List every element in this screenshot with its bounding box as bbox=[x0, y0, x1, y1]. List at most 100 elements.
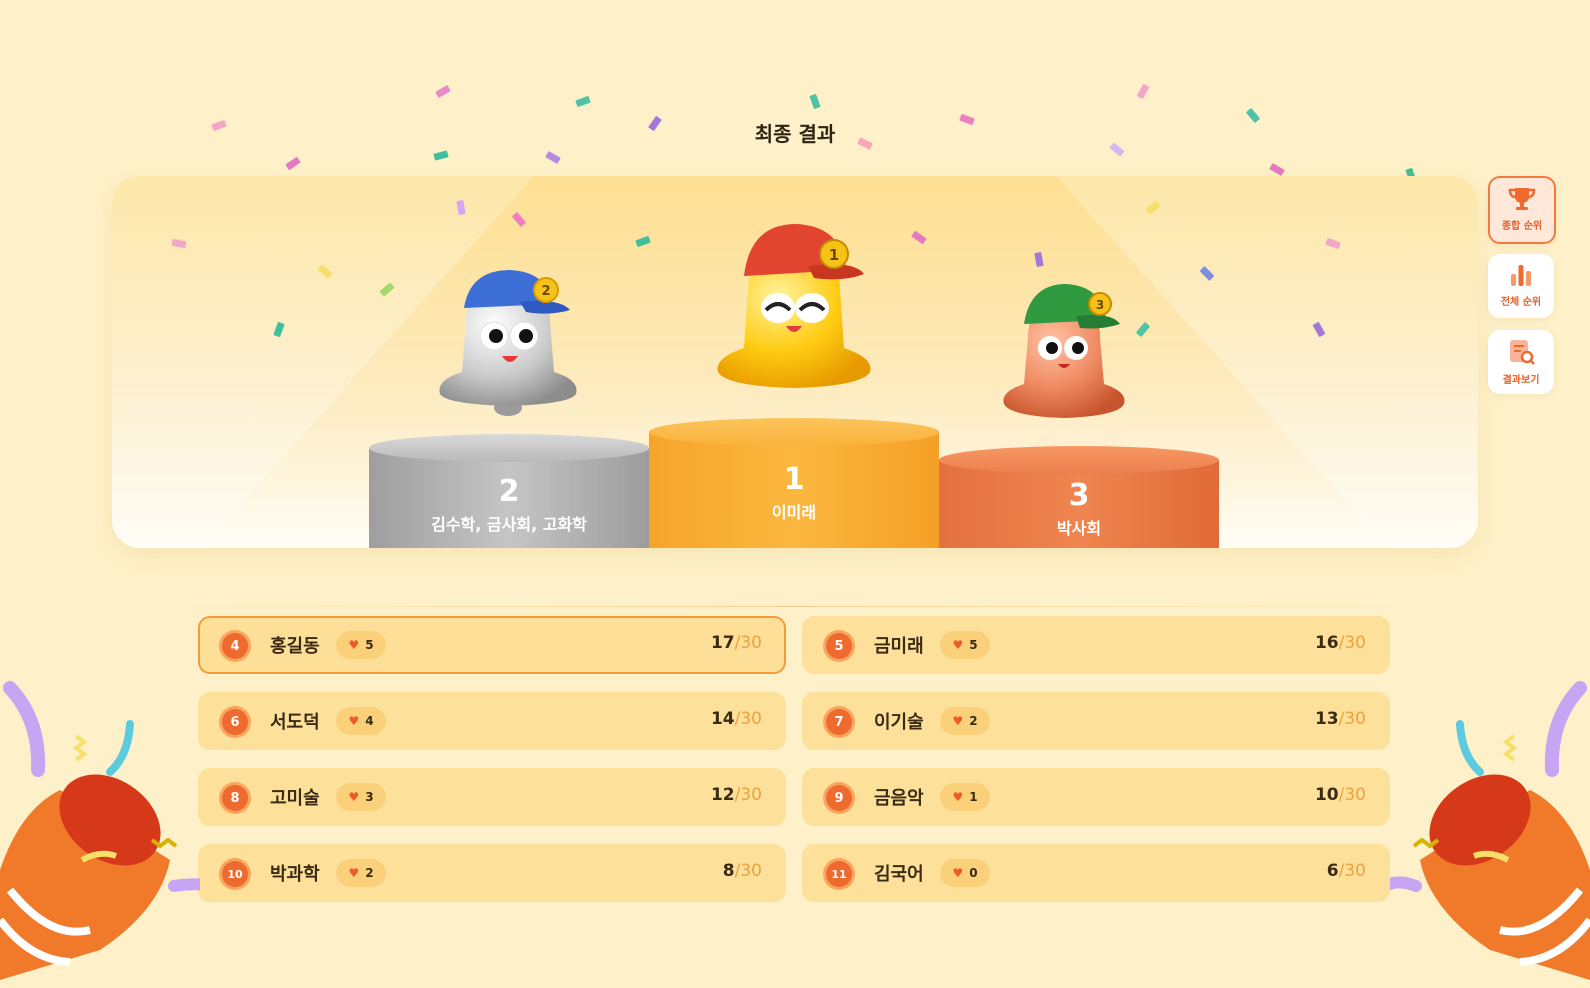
heart-icon: ♥ bbox=[348, 790, 360, 804]
heart-count: 2 bbox=[969, 714, 978, 728]
silver-bell-mascot-icon: 2 bbox=[439, 270, 577, 416]
ranking-row[interactable]: 8 고미술 ♥ 3 12/30 bbox=[198, 768, 786, 826]
bar-chart-icon bbox=[1511, 265, 1531, 286]
rank-badge: 5 bbox=[826, 633, 852, 659]
confetti-piece bbox=[1269, 162, 1285, 177]
score: 16/30 bbox=[1315, 633, 1366, 653]
score: 8/30 bbox=[723, 861, 762, 881]
student-name: 금음악 bbox=[874, 788, 924, 809]
student-name: 박과학 bbox=[270, 864, 320, 885]
score-total: /30 bbox=[1338, 633, 1366, 653]
heart-icon: ♥ bbox=[952, 866, 964, 880]
confetti-piece bbox=[575, 95, 591, 108]
podium-rank: 1 bbox=[783, 462, 805, 497]
heart-icon: ♥ bbox=[348, 714, 360, 728]
podium-top bbox=[369, 434, 649, 462]
student-name: 고미술 bbox=[270, 788, 320, 809]
heart-icon: ♥ bbox=[952, 790, 964, 804]
ranking-row[interactable]: 4 홍길동 ♥ 5 17/30 bbox=[198, 616, 786, 674]
ranking-row[interactable]: 11 김국어 ♥ 0 6/30 bbox=[802, 844, 1390, 902]
podium-names: 김수학, 금사회, 고화학 bbox=[431, 515, 587, 534]
cap-number: 2 bbox=[541, 284, 550, 299]
full-ranking-button[interactable]: 전체 순위 bbox=[1488, 254, 1554, 318]
score-value: 8 bbox=[722, 861, 735, 881]
ranking-row[interactable]: 6 서도덕 ♥ 4 14/30 bbox=[198, 692, 786, 750]
podium-third-place: 3 박사회 bbox=[939, 446, 1219, 548]
page-title: 최종 결과 bbox=[754, 122, 836, 146]
document-search-icon bbox=[1510, 340, 1535, 365]
student-name: 이기술 bbox=[874, 712, 924, 733]
confetti-piece bbox=[317, 264, 333, 279]
score-value: 17 bbox=[710, 633, 735, 653]
heart-count-chip: ♥ 5 bbox=[940, 631, 990, 659]
heart-count: 0 bbox=[969, 866, 978, 880]
confetti-piece bbox=[273, 321, 285, 338]
score: 17/30 bbox=[711, 633, 762, 653]
score: 14/30 bbox=[711, 709, 762, 729]
rank-badge: 8 bbox=[222, 785, 248, 811]
heart-icon: ♥ bbox=[348, 866, 360, 880]
confetti-piece bbox=[1312, 321, 1326, 338]
podium-names: 박사회 bbox=[1056, 519, 1102, 538]
podium-top bbox=[939, 446, 1219, 474]
rank-badge: 4 bbox=[222, 633, 248, 659]
heart-count: 2 bbox=[365, 866, 374, 880]
score-total: /30 bbox=[1338, 785, 1366, 805]
party-popper-left-icon bbox=[0, 681, 200, 980]
confetti-piece bbox=[285, 156, 301, 171]
heart-icon: ♥ bbox=[348, 638, 360, 652]
score: 6/30 bbox=[1327, 861, 1366, 881]
score-value: 14 bbox=[710, 709, 735, 729]
confetti-piece bbox=[809, 93, 821, 110]
rank-badge: 7 bbox=[826, 709, 852, 735]
heart-count: 3 bbox=[365, 790, 374, 804]
heart-count: 1 bbox=[969, 790, 978, 804]
ranking-row[interactable]: 9 금음악 ♥ 1 10/30 bbox=[802, 768, 1390, 826]
podium-rank: 3 bbox=[1068, 478, 1090, 513]
confetti-piece bbox=[379, 282, 395, 297]
confetti-piece bbox=[1325, 237, 1341, 250]
cap-number: 1 bbox=[829, 246, 839, 264]
confetti-piece bbox=[1199, 266, 1215, 281]
heart-count-chip: ♥ 1 bbox=[940, 783, 990, 811]
confetti-piece bbox=[435, 84, 451, 99]
podium-first-place: 1 이미래 bbox=[649, 418, 939, 548]
heart-count: 5 bbox=[365, 638, 374, 652]
ranking-row[interactable]: 5 금미래 ♥ 5 16/30 bbox=[802, 616, 1390, 674]
confetti-piece bbox=[1136, 83, 1150, 100]
score-total: /30 bbox=[734, 633, 762, 653]
score-total: /30 bbox=[1338, 861, 1366, 881]
score-value: 6 bbox=[1326, 861, 1339, 881]
podium-names: 이미래 bbox=[771, 503, 817, 522]
rank-badge: 11 bbox=[826, 861, 852, 887]
student-name: 서도덕 bbox=[270, 712, 320, 733]
gold-bell-mascot-icon: 1 bbox=[717, 224, 871, 388]
confetti-piece bbox=[456, 199, 466, 216]
confetti-piece bbox=[433, 150, 449, 161]
score-value: 13 bbox=[1314, 709, 1339, 729]
score-value: 12 bbox=[710, 785, 735, 805]
heart-count-chip: ♥ 2 bbox=[940, 707, 990, 735]
party-popper-right-icon bbox=[1390, 681, 1590, 980]
heart-count-chip: ♥ 0 bbox=[940, 859, 990, 887]
view-results-button[interactable]: 결과보기 bbox=[1488, 330, 1554, 394]
confetti-piece bbox=[171, 238, 187, 249]
podium-stage: 2 1 3 2 김수학, 금사회, 고화학 1 이미래 3 박사회 bbox=[112, 176, 1478, 548]
heart-count-chip: ♥ 2 bbox=[336, 859, 386, 887]
rank-badge: 6 bbox=[222, 709, 248, 735]
podium-second-place: 2 김수학, 금사회, 고화학 bbox=[369, 434, 649, 548]
ranking-row[interactable]: 7 이기술 ♥ 2 13/30 bbox=[802, 692, 1390, 750]
heart-count-chip: ♥ 4 bbox=[336, 707, 386, 735]
confetti-piece bbox=[545, 150, 561, 165]
overall-ranking-button[interactable]: 종합 순위 bbox=[1488, 176, 1556, 244]
ranking-row[interactable]: 10 박과학 ♥ 2 8/30 bbox=[198, 844, 786, 902]
side-button-label: 결과보기 bbox=[1502, 375, 1540, 386]
score: 10/30 bbox=[1315, 785, 1366, 805]
score: 13/30 bbox=[1315, 709, 1366, 729]
score-total: /30 bbox=[734, 785, 762, 805]
heart-count-chip: ♥ 5 bbox=[336, 631, 386, 659]
section-divider bbox=[140, 606, 1450, 607]
side-button-label: 종합 순위 bbox=[1501, 221, 1543, 232]
student-name: 금미래 bbox=[874, 636, 924, 657]
score-value: 16 bbox=[1314, 633, 1339, 653]
